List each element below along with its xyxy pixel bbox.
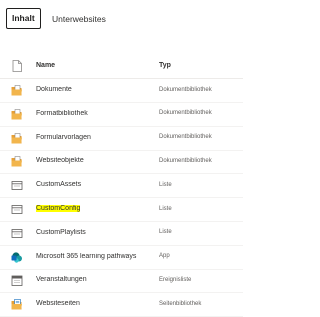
list-item-type: Dokumentbibliothek <box>159 110 212 117</box>
document-library-icon <box>11 156 23 167</box>
calendar-icon <box>11 275 23 287</box>
list-icon <box>11 180 23 191</box>
sharepoint-app-icon <box>11 251 23 263</box>
list-item-name[interactable]: Veranstaltungen <box>36 276 158 283</box>
document-library-icon <box>11 132 23 144</box>
list-header: Name Typ <box>0 56 243 79</box>
list-item[interactable]: CustomAssets Liste <box>0 174 243 199</box>
list-item[interactable]: Websiteseiten Seitenbibliothek <box>0 293 243 317</box>
list-item[interactable]: Veranstaltungen Ereignisliste <box>0 269 243 294</box>
file-type-icon[interactable] <box>12 60 22 72</box>
column-header-type[interactable]: Typ <box>159 62 171 69</box>
list-item-type: Liste <box>159 181 172 188</box>
tab-bar: Inhalt Unterwebsites <box>0 0 243 36</box>
list-item-name[interactable]: CustomConfig <box>36 205 158 212</box>
document-library-icon <box>11 85 23 96</box>
list-item-type: Seitenbibliothek <box>159 300 202 307</box>
tab-unterwebsites[interactable]: Unterwebsites <box>52 8 106 30</box>
list-item-name[interactable]: Websiteobjekte <box>36 157 158 164</box>
list-item-name[interactable]: Dokumente <box>36 86 158 93</box>
list-item[interactable]: Formatbibliothek Dokumentbibliothek <box>0 103 243 127</box>
list-item-type: Dokumentbibliothek <box>159 134 212 141</box>
list-icon <box>11 228 23 239</box>
list-item-name[interactable]: Websiteseiten <box>36 300 158 307</box>
page-library-icon <box>11 299 23 310</box>
list-icon <box>11 204 23 215</box>
list-item-name[interactable]: Formatbibliothek <box>36 110 158 117</box>
list-item-type: Ereignisliste <box>159 276 192 283</box>
list-item[interactable]: Microsoft 365 learning pathways App <box>0 246 243 270</box>
list-item[interactable]: Websiteobjekte Dokumentbibliothek <box>0 150 243 175</box>
list-item-type: Dokumentbibliothek <box>159 157 212 164</box>
document-library-icon <box>11 108 23 120</box>
list-item-type: Dokumentbibliothek <box>159 86 212 93</box>
list-item[interactable]: Dokumente Dokumentbibliothek <box>0 79 243 103</box>
list-item-name[interactable]: Microsoft 365 learning pathways <box>36 253 158 260</box>
list-item-name[interactable]: CustomAssets <box>36 181 158 188</box>
list-item[interactable]: Formularvorlagen Dokumentbibliothek <box>0 127 243 151</box>
column-header-name[interactable]: Name <box>36 62 55 69</box>
list-item-type: Liste <box>159 205 172 212</box>
list-item-type: Liste <box>159 229 172 236</box>
list-item-type: App <box>159 253 170 260</box>
list-item[interactable]: CustomConfig Liste <box>0 198 243 222</box>
list-item-name[interactable]: Formularvorlagen <box>36 134 158 141</box>
tab-inhalt[interactable]: Inhalt <box>6 8 41 29</box>
list-item-name[interactable]: CustomPlaylists <box>36 229 158 236</box>
list-item[interactable]: CustomPlaylists Liste <box>0 222 243 246</box>
